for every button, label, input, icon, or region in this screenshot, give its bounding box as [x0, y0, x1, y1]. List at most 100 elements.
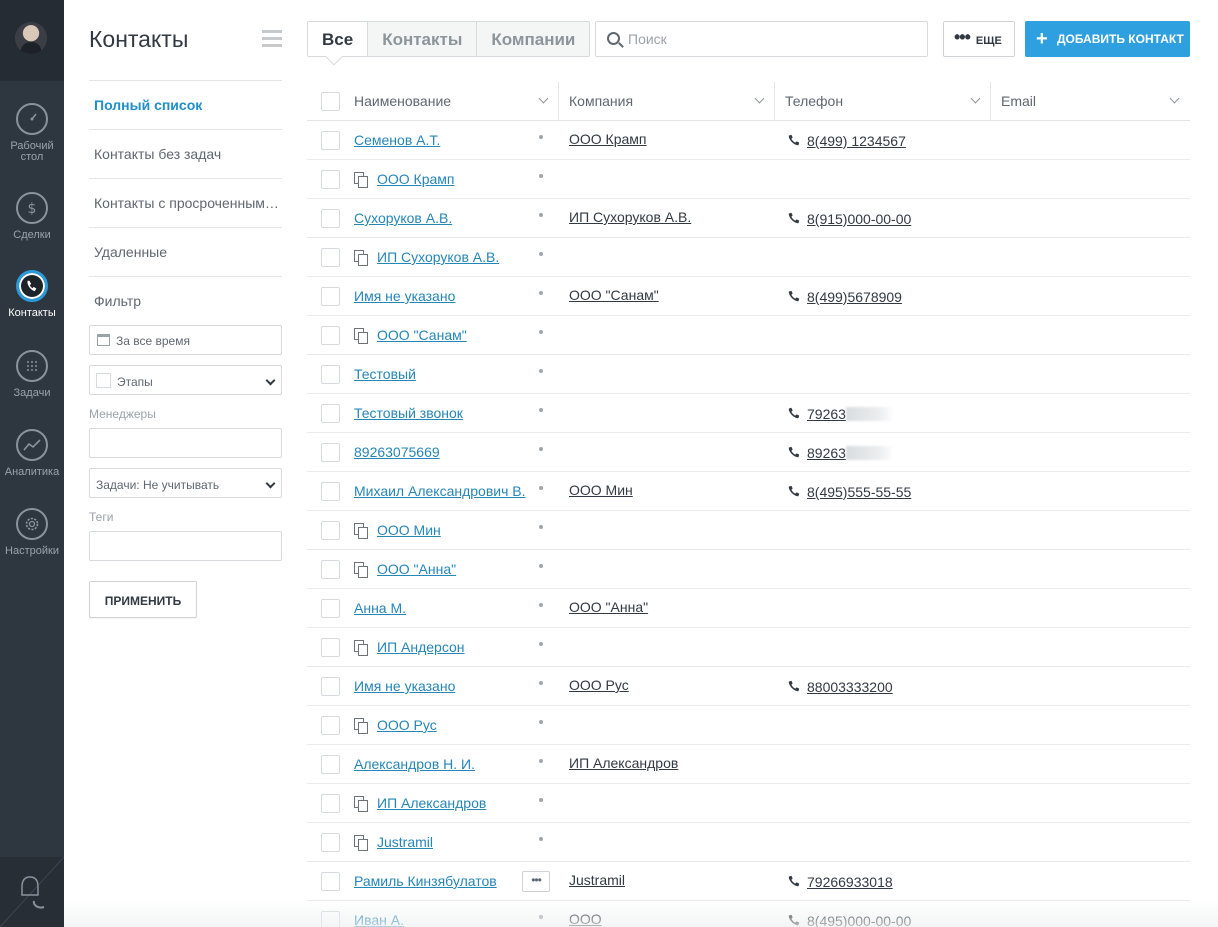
- contact-name-link[interactable]: Иван А.: [354, 912, 404, 927]
- row-checkbox[interactable]: [321, 209, 340, 228]
- phone-cell[interactable]: 89263: [787, 445, 894, 461]
- row-checkbox[interactable]: [321, 833, 340, 852]
- select-all-checkbox[interactable]: [321, 92, 340, 111]
- contact-name-link[interactable]: Имя не указано: [354, 678, 455, 694]
- table-row[interactable]: Анна М. ООО "Анна": [307, 589, 1190, 628]
- contact-name-link[interactable]: Тестовый звонок: [354, 405, 463, 421]
- company-name-link[interactable]: ООО "Санам": [377, 327, 467, 343]
- company-name-link[interactable]: ИП Андерсон: [377, 639, 465, 655]
- row-checkbox[interactable]: [321, 911, 340, 927]
- row-checkbox[interactable]: [321, 404, 340, 423]
- notifications-area[interactable]: [0, 856, 65, 927]
- contact-name-link[interactable]: Рамиль Кинзябулатов: [354, 873, 497, 889]
- tab-all[interactable]: Все: [308, 22, 368, 56]
- company-link[interactable]: ООО: [569, 911, 602, 927]
- nav-dashboard[interactable]: Рабочий стол: [0, 103, 64, 163]
- nav-contacts[interactable]: Контакты: [0, 270, 64, 319]
- add-contact-button[interactable]: + ДОБАВИТЬ КОНТАКТ: [1025, 21, 1190, 57]
- table-row[interactable]: Иван А. ООО 8(495)000-00-00: [307, 901, 1190, 927]
- phone-cell[interactable]: 8(915)000-00-00: [787, 211, 911, 227]
- stages-checkbox[interactable]: [96, 373, 111, 388]
- row-checkbox[interactable]: [321, 482, 340, 501]
- row-checkbox[interactable]: [321, 638, 340, 657]
- contact-name-link[interactable]: 89263075669: [354, 444, 440, 460]
- company-link[interactable]: ИП Сухоруков А.В.: [569, 209, 691, 225]
- phone-number[interactable]: 8(915)000-00-00: [807, 211, 911, 227]
- phone-number[interactable]: 8(499)5678909: [807, 289, 902, 305]
- phone-cell[interactable]: 88003333200: [787, 679, 893, 695]
- contact-name-link[interactable]: Тестовый: [354, 366, 416, 382]
- column-header-phone[interactable]: Телефон: [775, 82, 991, 121]
- contact-name-link[interactable]: Александров Н. И.: [354, 756, 475, 772]
- nav-tasks[interactable]: Задачи: [0, 350, 64, 399]
- nav-analytics[interactable]: Аналитика: [0, 429, 64, 478]
- user-avatar[interactable]: [15, 22, 47, 54]
- row-checkbox[interactable]: [321, 131, 340, 150]
- company-name-link[interactable]: ООО "Анна": [377, 561, 456, 577]
- table-row[interactable]: Сухоруков А.В. ИП Сухоруков А.В. 8(915)000…: [307, 199, 1190, 238]
- table-row[interactable]: ООО "Санам": [307, 316, 1190, 355]
- row-checkbox[interactable]: [321, 599, 340, 618]
- phone-number[interactable]: 8(495)555-55-55: [807, 484, 911, 500]
- chevron-down-icon[interactable]: [538, 93, 549, 104]
- table-row[interactable]: ИП Сухоруков А.В.: [307, 238, 1190, 277]
- company-name-link[interactable]: ООО Крамп: [377, 171, 455, 187]
- row-checkbox[interactable]: [321, 326, 340, 345]
- phone-number[interactable]: 8(499) 1234567: [807, 133, 906, 149]
- phone-cell[interactable]: 8(495)000-00-00: [787, 913, 911, 927]
- nav-deals[interactable]: $ Сделки: [0, 192, 64, 241]
- company-name-link[interactable]: ИП Сухоруков А.В.: [377, 249, 499, 265]
- phone-number[interactable]: 8(495)000-00-00: [807, 913, 911, 927]
- phone-number[interactable]: 79266933018: [807, 874, 893, 890]
- sidebar-item-deleted[interactable]: Удаленные: [89, 227, 282, 276]
- tab-companies[interactable]: Компании: [476, 22, 589, 56]
- tab-contacts[interactable]: Контакты: [367, 22, 476, 56]
- column-header-company[interactable]: Компания: [559, 82, 775, 121]
- filter-tags-input[interactable]: [89, 531, 282, 561]
- table-row[interactable]: ООО "Анна": [307, 550, 1190, 589]
- row-checkbox[interactable]: [321, 443, 340, 462]
- table-row[interactable]: ООО Крамп: [307, 160, 1190, 199]
- table-row[interactable]: ИП Андерсон: [307, 628, 1190, 667]
- sidebar-item-overdue-tasks[interactable]: Контакты с просроченными задачами: [89, 178, 282, 227]
- column-header-name[interactable]: Наименование: [354, 82, 559, 121]
- contact-name-link[interactable]: Михаил Александрович В.: [354, 483, 526, 499]
- row-checkbox[interactable]: [321, 365, 340, 384]
- filter-stages-select[interactable]: Этапы: [89, 365, 282, 395]
- chevron-down-icon[interactable]: [754, 93, 765, 104]
- row-checkbox[interactable]: [321, 716, 340, 735]
- contact-name-link[interactable]: Анна М.: [354, 600, 406, 616]
- table-row[interactable]: ООО Мин: [307, 511, 1190, 550]
- table-row[interactable]: Александров Н. И. ИП Александров: [307, 745, 1190, 784]
- contact-name-link[interactable]: Сухоруков А.В.: [354, 210, 452, 226]
- phone-cell[interactable]: 8(499)5678909: [787, 289, 902, 305]
- filter-managers-input[interactable]: [89, 428, 282, 458]
- company-link[interactable]: ООО "Санам": [569, 287, 659, 303]
- row-checkbox[interactable]: [321, 521, 340, 540]
- chevron-down-icon[interactable]: [970, 93, 981, 104]
- table-row[interactable]: Имя не указано ООО "Санам" 8(499)5678909: [307, 277, 1190, 316]
- row-checkbox[interactable]: [321, 794, 340, 813]
- row-checkbox[interactable]: [321, 677, 340, 696]
- row-checkbox[interactable]: [321, 287, 340, 306]
- phone-cell[interactable]: 79266933018: [787, 874, 893, 890]
- table-row[interactable]: ООО Рус: [307, 706, 1190, 745]
- company-name-link[interactable]: ИП Александров: [377, 795, 486, 811]
- chevron-down-icon[interactable]: [1169, 93, 1180, 104]
- filter-period-field[interactable]: За все время: [89, 325, 282, 355]
- table-row[interactable]: 89263075669 89263: [307, 433, 1190, 472]
- phone-cell[interactable]: 79263: [787, 406, 894, 422]
- sidebar-item-no-tasks[interactable]: Контакты без задач: [89, 129, 282, 178]
- company-link[interactable]: ООО Рус: [569, 677, 629, 693]
- more-button[interactable]: ••• ЕЩЕ: [943, 21, 1015, 57]
- apply-filter-button[interactable]: ПРИМЕНИТЬ: [89, 581, 197, 618]
- phone-number[interactable]: 88003333200: [807, 679, 893, 695]
- contact-name-link[interactable]: Семенов А.Т.: [354, 132, 440, 148]
- row-actions-button[interactable]: •••: [522, 871, 550, 892]
- row-checkbox[interactable]: [321, 560, 340, 579]
- filter-tasks-select[interactable]: Задачи: Не учитывать: [89, 468, 282, 498]
- table-row[interactable]: Семенов А.Т. ООО Крамп 8(499) 1234567: [307, 121, 1190, 160]
- company-link[interactable]: Justramil: [569, 872, 625, 888]
- table-row[interactable]: Тестовый: [307, 355, 1190, 394]
- phone-cell[interactable]: 8(499) 1234567: [787, 133, 906, 149]
